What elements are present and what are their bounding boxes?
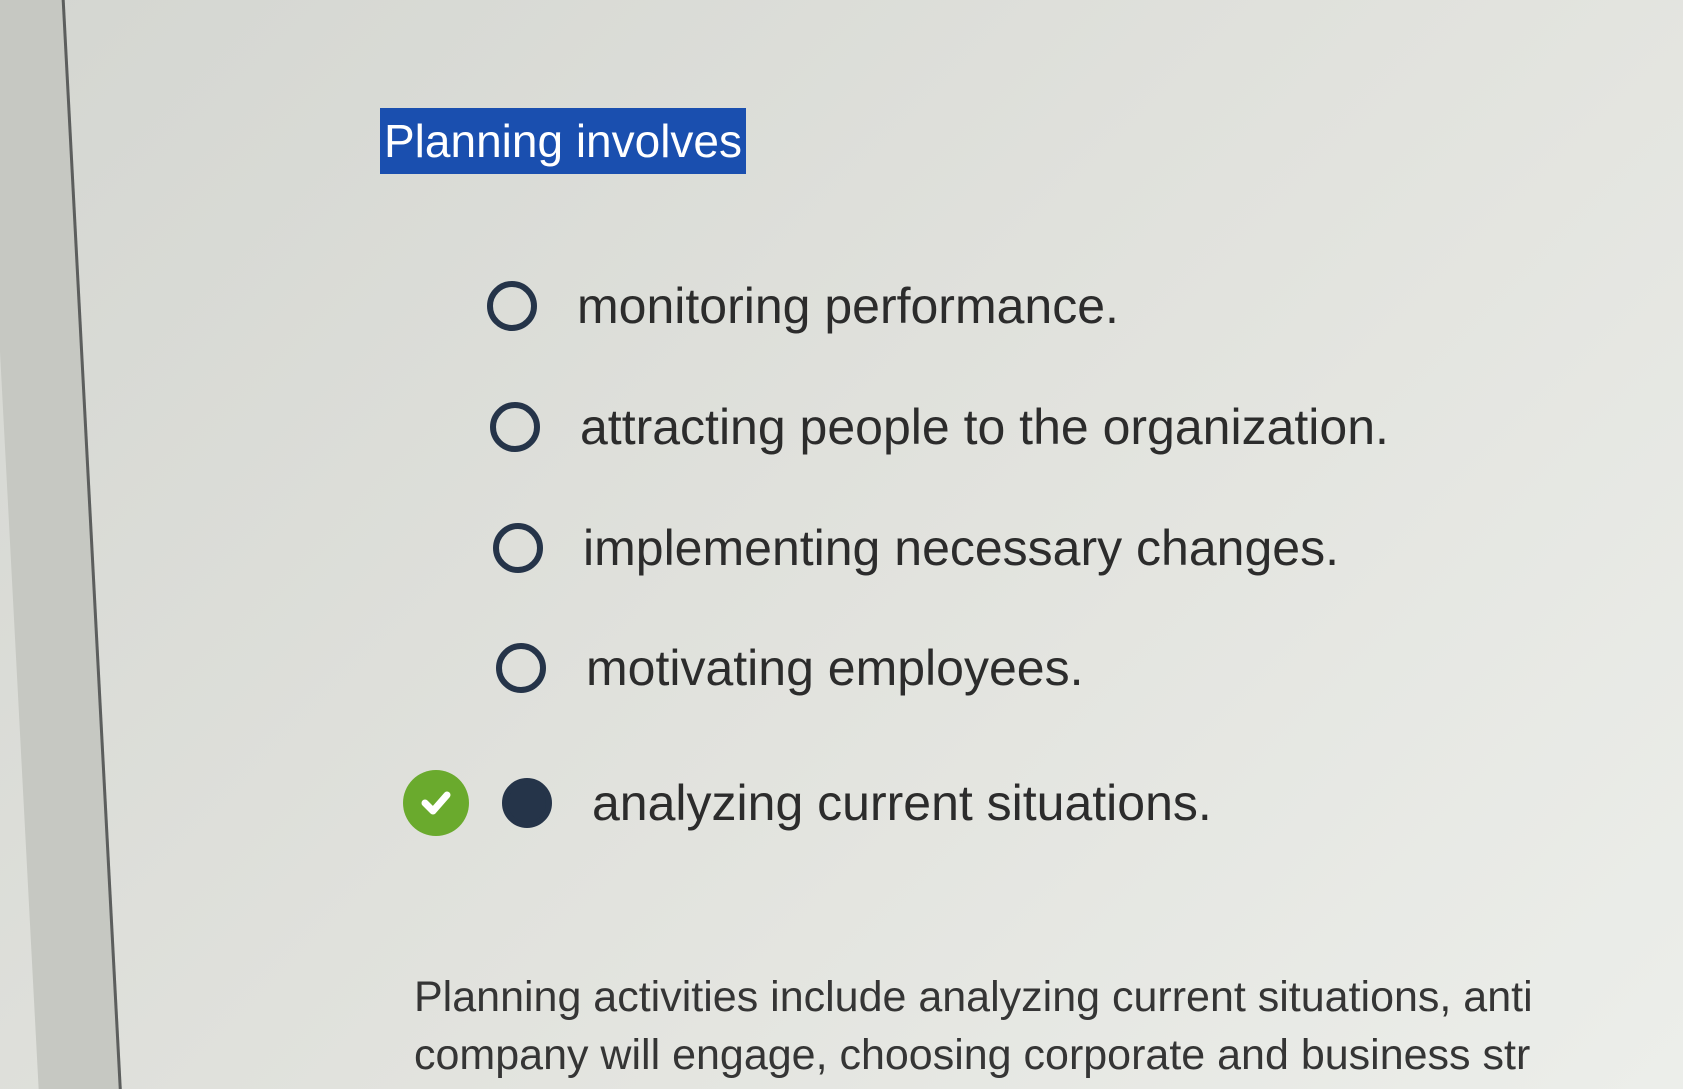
- radio-button-selected[interactable]: [502, 778, 552, 828]
- question-text: Planning involves: [380, 108, 747, 174]
- question-panel: Planning involves monitoring performance…: [62, 0, 1683, 1089]
- option-label: monitoring performance.: [577, 278, 1119, 334]
- option-label: motivating employees.: [586, 640, 1084, 696]
- option-label: analyzing current situations.: [592, 775, 1212, 831]
- option-label: attracting people to the organization.: [580, 399, 1389, 455]
- answer-explanation: Planning activities include analyzing cu…: [414, 968, 1683, 1084]
- option-motivating-employees[interactable]: motivating employees.: [496, 633, 1083, 703]
- option-monitoring-performance[interactable]: monitoring performance.: [487, 271, 1119, 341]
- option-implementing-changes[interactable]: implementing necessary changes.: [493, 513, 1339, 583]
- option-label: implementing necessary changes.: [583, 520, 1339, 576]
- screen: Planning involves monitoring performance…: [0, 0, 1683, 1089]
- option-analyzing-situations[interactable]: analyzing current situations.: [502, 768, 1212, 838]
- explanation-line: Planning activities include analyzing cu…: [414, 973, 1533, 1021]
- radio-button[interactable]: [496, 643, 546, 693]
- explanation-line: company will engage, choosing corporate …: [414, 1031, 1531, 1079]
- correct-answer-icon: [403, 770, 469, 836]
- checkmark-icon: [421, 791, 451, 815]
- option-attracting-people[interactable]: attracting people to the organization.: [490, 392, 1389, 462]
- radio-button[interactable]: [493, 523, 543, 573]
- radio-button[interactable]: [490, 402, 540, 452]
- radio-button[interactable]: [487, 281, 537, 331]
